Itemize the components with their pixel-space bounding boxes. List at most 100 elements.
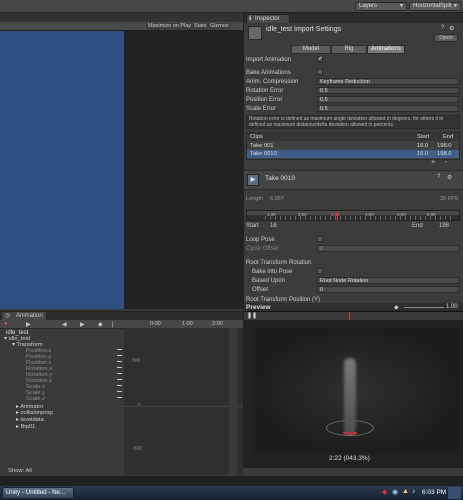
clip-end: 198.0 bbox=[437, 151, 452, 157]
play-icon[interactable]: ▶ bbox=[26, 321, 31, 328]
volume-icon[interactable]: ♪ bbox=[412, 488, 416, 495]
preview-time: 2:22 (043.3%) bbox=[329, 455, 370, 462]
root-rotation-label: Root Transform Rotation bbox=[246, 260, 312, 266]
stats-button[interactable]: Stats bbox=[192, 23, 209, 30]
loop-pose-checkbox[interactable] bbox=[317, 236, 323, 242]
status-strip bbox=[0, 476, 463, 486]
tree-item[interactable]: ▸ leveldata bbox=[16, 417, 44, 424]
layout-dropdown[interactable]: HorizontalSplit ▼ bbox=[409, 2, 461, 11]
unity-taskbar-button[interactable]: Unity - Untitled - Ne... bbox=[2, 487, 74, 499]
tree-item[interactable]: ▸ collisionprop bbox=[16, 410, 53, 417]
clips-header: Clips Start End bbox=[247, 133, 459, 141]
tab-animation-label: Animation bbox=[16, 313, 43, 319]
tray-icon[interactable]: ◆ bbox=[382, 488, 387, 496]
anim-compression-dropdown[interactable]: Keyframe Reduction bbox=[317, 78, 459, 85]
clips-header-end: End bbox=[443, 134, 454, 140]
help-icon[interactable]: ? bbox=[441, 25, 444, 31]
add-key-icon[interactable]: ◆ bbox=[98, 321, 103, 328]
tab-animation[interactable]: ◎ Animation bbox=[2, 312, 46, 320]
tray-icon[interactable]: ▲ bbox=[402, 488, 409, 495]
game-tab-strip bbox=[0, 13, 243, 22]
import-animation-label: Import Animation bbox=[246, 57, 292, 63]
scale-error-field[interactable]: 0.5 bbox=[317, 105, 459, 112]
gear-icon[interactable]: ⚙ bbox=[447, 174, 452, 181]
start-field[interactable]: 16 bbox=[270, 223, 277, 229]
clip-timeline[interactable]: 1:00 2:00 3:00 4:00 5:00 6:00 bbox=[246, 210, 460, 221]
maximize-on-play-button[interactable]: Maximize on Play bbox=[146, 23, 194, 30]
tab-rig[interactable]: Rig bbox=[331, 45, 367, 54]
chevron-down-icon: ▼ bbox=[399, 3, 404, 9]
tree-item[interactable]: ▸ Bip01 bbox=[16, 424, 35, 431]
length-label: Length bbox=[246, 196, 263, 202]
layers-label: Layers bbox=[359, 3, 378, 9]
layout-label: HorizontalSplit bbox=[413, 3, 452, 9]
timeline-playhead[interactable] bbox=[337, 211, 338, 221]
add-clip-button[interactable]: + bbox=[431, 159, 435, 166]
loop-pose-label: Loop Pose bbox=[246, 237, 275, 243]
gear-icon[interactable]: ⚙ bbox=[449, 25, 454, 32]
clip-name: Take 001 bbox=[250, 143, 274, 149]
preview-viewport[interactable] bbox=[254, 328, 459, 453]
tree-item[interactable]: Scale.z bbox=[26, 396, 46, 403]
gizmos-button[interactable]: Gizmos bbox=[208, 23, 231, 30]
based-upon-value: Root Node Rotation bbox=[320, 278, 369, 284]
clip-start: 16.0 bbox=[417, 151, 429, 157]
anim-compression-value: Keyframe Reduction bbox=[320, 79, 370, 85]
position-error-label: Position Error bbox=[246, 97, 283, 103]
layers-dropdown[interactable]: Layers ▼ bbox=[355, 2, 407, 11]
prev-key-icon[interactable]: ◀ bbox=[62, 321, 67, 328]
import-settings-title: idle_test Import Settings bbox=[266, 26, 342, 33]
compression-help-text: Rotation error is defined as maximum ang… bbox=[246, 115, 460, 129]
inspector-tab-strip: ℹ Inspector bbox=[244, 13, 463, 23]
clip-name-field[interactable]: Take 0010 bbox=[265, 175, 295, 182]
clips-header-name: Clips bbox=[250, 134, 263, 140]
add-event-icon[interactable]: ❘ bbox=[110, 321, 115, 328]
preview-timeline[interactable]: ❚❚ bbox=[244, 312, 463, 320]
tab-animations[interactable]: Animations bbox=[367, 45, 405, 54]
tree-item-label: Scale.z bbox=[26, 396, 46, 402]
timeline-tick: 1:00 bbox=[182, 321, 193, 327]
remove-clip-button[interactable]: - bbox=[445, 159, 447, 166]
play-icon[interactable]: ▶ bbox=[247, 174, 259, 186]
timeline-tick: 2:00 bbox=[212, 321, 223, 327]
preview-panel: Preview ◆ 1.00 ❚❚ 2:22 (043.3%) bbox=[243, 303, 463, 468]
clips-header-start: Start bbox=[417, 134, 430, 140]
pause-icon[interactable]: ❚❚ bbox=[247, 312, 257, 319]
import-animation-checkbox[interactable]: ✓ bbox=[317, 56, 323, 62]
tree-item-label: leveldata bbox=[20, 417, 44, 423]
anim-compression-label: Anim. Compression bbox=[246, 79, 299, 85]
position-error-field[interactable]: 0.5 bbox=[317, 96, 459, 103]
speed-slider[interactable] bbox=[404, 307, 444, 308]
game-view[interactable] bbox=[0, 31, 124, 309]
graph-label: 500 bbox=[132, 358, 141, 364]
open-button[interactable]: Open bbox=[434, 34, 458, 42]
tab-inspector-label: Inspector bbox=[255, 16, 280, 22]
show-desktop-button[interactable] bbox=[447, 487, 461, 499]
based-upon-label: Based Upon bbox=[252, 278, 286, 284]
rotation-error-field[interactable]: 0.5 bbox=[317, 87, 459, 94]
tab-inspector[interactable]: ℹ Inspector bbox=[246, 14, 290, 23]
tab-model[interactable]: Model bbox=[291, 45, 331, 54]
tray-icon[interactable]: ◉ bbox=[392, 488, 398, 496]
character-model bbox=[344, 358, 356, 433]
help-icon[interactable]: ? bbox=[437, 174, 440, 180]
curve-editor[interactable]: 500 0 -500 bbox=[124, 328, 243, 475]
clock[interactable]: 6:03 PM bbox=[422, 489, 446, 496]
clip-row-selected[interactable]: Take 0010 16.0 198.0 bbox=[247, 150, 459, 158]
bake-into-pose-checkbox[interactable] bbox=[317, 268, 323, 274]
record-icon[interactable]: ● bbox=[4, 321, 8, 327]
animation-icon: ◎ bbox=[5, 313, 11, 319]
show-all-dropdown[interactable]: Show: All bbox=[8, 468, 32, 474]
vertical-scrollbar[interactable] bbox=[229, 328, 237, 475]
clip-row[interactable]: Take 001 16.0 198.0 bbox=[247, 142, 459, 150]
next-key-icon[interactable]: ▶ bbox=[80, 321, 85, 328]
offset-field[interactable]: 0 bbox=[317, 286, 459, 293]
cycle-offset-field[interactable]: 0 bbox=[317, 245, 459, 252]
timeline-tick: 0:00 bbox=[150, 321, 161, 327]
clip-end: 198.0 bbox=[437, 143, 452, 149]
bake-animations-checkbox[interactable] bbox=[317, 69, 323, 75]
end-field[interactable]: 198 bbox=[439, 223, 449, 229]
based-upon-dropdown[interactable]: Root Node Rotation bbox=[317, 277, 459, 284]
animation-tab-strip: ◎ Animation bbox=[0, 312, 243, 320]
speed-value: 1.00 bbox=[446, 304, 458, 310]
